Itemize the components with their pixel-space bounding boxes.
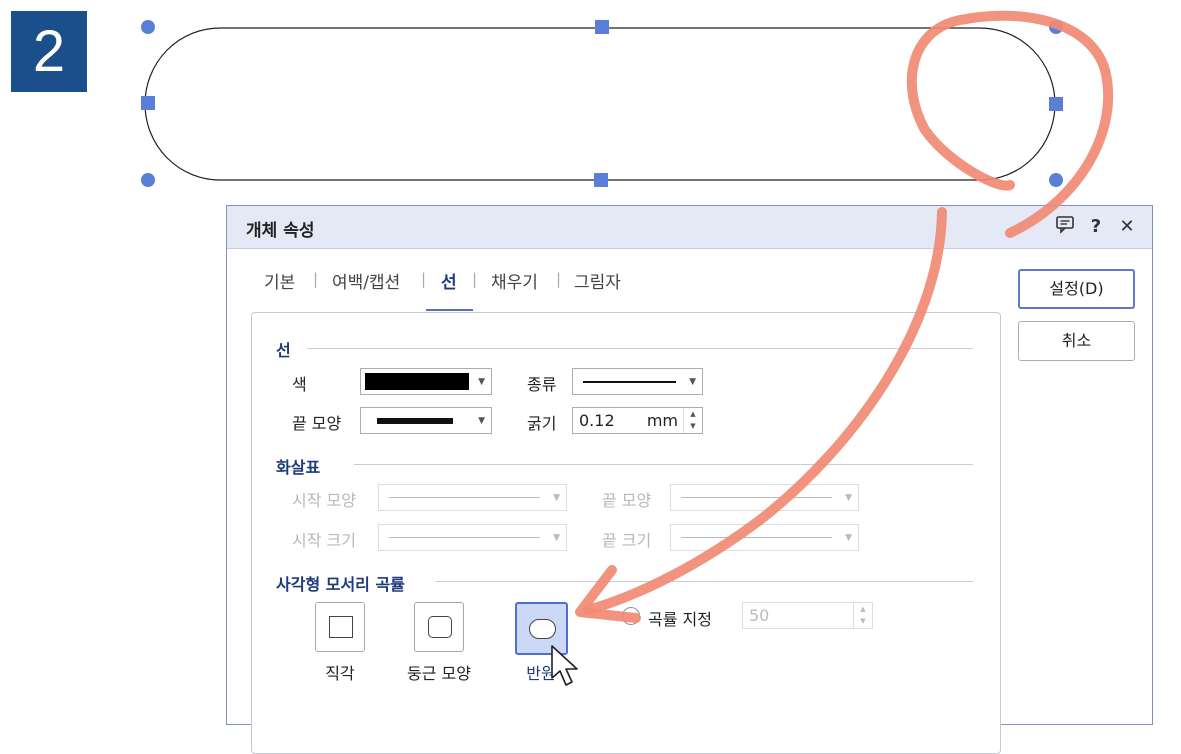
stepper-up-icon[interactable]: ▲ [854, 603, 872, 615]
tab-fill[interactable]: 채우기 [491, 268, 538, 293]
line-type-label: 종류 [527, 375, 557, 394]
tab-line[interactable]: 선 [441, 268, 457, 293]
corner-square-label: 직각 [325, 664, 355, 683]
resize-handle-top-left[interactable] [141, 20, 155, 34]
square-corner-icon [329, 616, 353, 638]
resize-handle-right[interactable] [1049, 97, 1063, 111]
active-tab-indicator [426, 309, 473, 311]
chevron-down-icon: ▼ [845, 533, 852, 543]
custom-curvature-radio[interactable] [622, 607, 640, 625]
resize-handle-bottom-left[interactable] [141, 173, 155, 187]
arrow-start-size-label: 시작 크기 [292, 531, 356, 550]
line-section-title: 선 [276, 341, 291, 360]
object-properties-dialog: 개체 속성 ? ✕ 기본 | 여백/캡션 | 선 | 채우기 | 그림자 선 색… [226, 205, 1153, 754]
corner-rounded-button[interactable] [414, 602, 464, 652]
arrow-end-shape-dropdown[interactable]: ▼ [670, 484, 859, 511]
section-divider [354, 464, 973, 465]
resize-handle-top-right[interactable] [1049, 20, 1063, 34]
rounded-rectangle-shape[interactable] [144, 27, 1056, 181]
chevron-down-icon: ▼ [478, 377, 485, 387]
line-tab-panel: 선 색 ▼ 종류 ▼ 끝 모양 ▼ 굵기 0.12 mm ▲ ▼ 화살표 시작 … [251, 312, 1001, 754]
stepper-up-icon[interactable]: ▲ [684, 408, 702, 420]
line-thickness-label: 굵기 [527, 414, 557, 433]
custom-curvature-stepper[interactable]: 50 ▲ ▼ [742, 602, 873, 629]
corner-section-title: 사각형 모서리 곡률 [276, 575, 405, 594]
tab-separator: | [421, 270, 427, 288]
line-sample [389, 537, 540, 538]
dialog-title: 개체 속성 [246, 221, 315, 241]
stepper-buttons: ▲ ▼ [853, 603, 872, 628]
line-type-dropdown[interactable]: ▼ [572, 368, 703, 395]
chevron-down-icon: ▼ [845, 493, 852, 503]
resize-handle-top[interactable] [595, 20, 609, 34]
section-divider [307, 348, 973, 349]
line-sample [389, 497, 540, 498]
tab-separator: | [472, 270, 478, 288]
stepper-buttons: ▲ ▼ [683, 408, 702, 433]
resize-handle-left[interactable] [141, 96, 155, 110]
line-color-dropdown[interactable]: ▼ [360, 368, 492, 395]
corner-square-button[interactable] [315, 602, 365, 652]
close-icon[interactable]: ✕ [1114, 214, 1140, 240]
tab-separator: | [556, 270, 562, 288]
line-end-shape-dropdown[interactable]: ▼ [360, 407, 492, 434]
solid-line-sample [583, 381, 676, 383]
arrow-start-size-dropdown[interactable]: ▼ [378, 524, 567, 551]
line-sample [681, 537, 832, 538]
line-color-swatch [365, 373, 469, 390]
resize-handle-bottom[interactable] [594, 173, 608, 187]
resize-handle-bottom-right[interactable] [1049, 173, 1063, 187]
arrow-start-shape-label: 시작 모양 [292, 491, 356, 510]
cancel-button[interactable]: 취소 [1018, 321, 1135, 361]
chevron-down-icon: ▼ [689, 377, 696, 387]
section-divider [436, 581, 973, 582]
dialog-titlebar: 개체 속성 ? ✕ [227, 206, 1152, 249]
tab-margin-caption[interactable]: 여백/캡션 [332, 268, 400, 293]
tab-shadow[interactable]: 그림자 [574, 268, 621, 293]
mouse-pointer-icon [551, 645, 578, 686]
curvature-value: 50 [749, 606, 770, 625]
custom-curvature-label: 곡률 지정 [648, 610, 712, 629]
thickness-unit: mm [646, 411, 678, 430]
corner-rounded-label: 둥근 모양 [407, 664, 471, 683]
line-thickness-stepper[interactable]: 0.12 mm ▲ ▼ [572, 407, 703, 434]
comment-icon[interactable] [1052, 214, 1078, 240]
line-sample [681, 497, 832, 498]
arrow-end-shape-label: 끝 모양 [602, 491, 652, 510]
thickness-value: 0.12 [579, 411, 615, 430]
help-icon[interactable]: ? [1083, 214, 1109, 240]
arrow-end-size-label: 끝 크기 [602, 531, 652, 550]
line-end-shape-label: 끝 모양 [292, 414, 342, 433]
rounded-corner-icon [428, 616, 452, 638]
tab-separator: | [313, 270, 319, 288]
chevron-down-icon: ▼ [553, 493, 560, 503]
line-color-label: 색 [292, 375, 307, 394]
arrow-start-shape-dropdown[interactable]: ▼ [378, 484, 567, 511]
tab-basic[interactable]: 기본 [264, 268, 295, 293]
flat-end-sample [377, 418, 453, 424]
ok-button[interactable]: 설정(D) [1018, 269, 1135, 309]
semicircle-corner-icon [529, 619, 556, 639]
stepper-down-icon[interactable]: ▼ [684, 420, 702, 432]
arrow-end-size-dropdown[interactable]: ▼ [670, 524, 859, 551]
chevron-down-icon: ▼ [478, 416, 485, 426]
stepper-down-icon[interactable]: ▼ [854, 615, 872, 627]
arrow-section-title: 화살표 [276, 458, 321, 477]
chevron-down-icon: ▼ [553, 533, 560, 543]
